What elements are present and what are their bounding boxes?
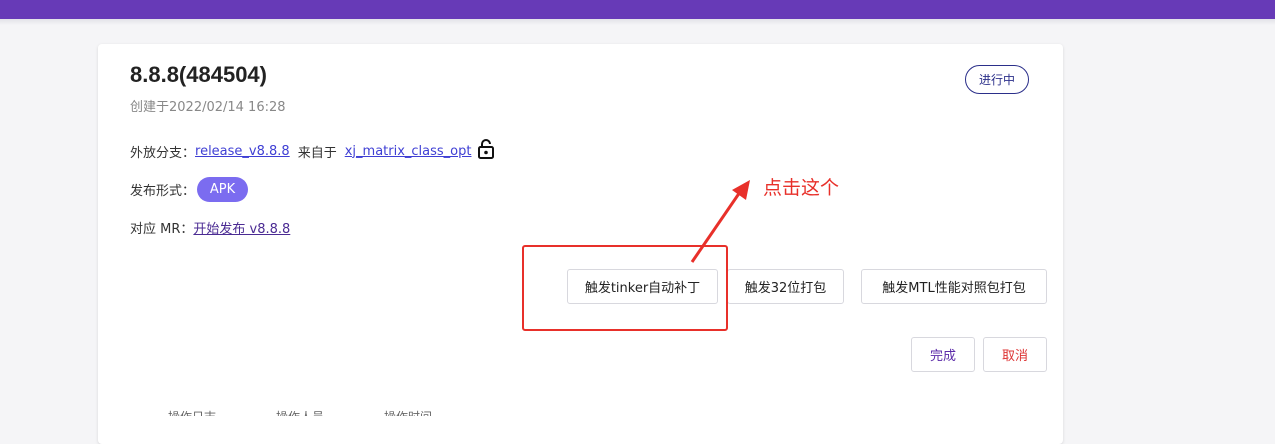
mr-row: 对应 MR： 开始发布 v8.8.8 — [130, 218, 290, 237]
created-time: 创建于2022/02/14 16:28 — [130, 100, 286, 115]
done-button[interactable]: 完成 — [911, 337, 975, 372]
mr-label: 对应 MR： — [130, 222, 194, 237]
annotation-text: 点击这个 — [763, 177, 840, 199]
branch-link[interactable]: release_v8.8.8 — [195, 144, 290, 159]
cut-off-row: 操作日志 操作人员 操作时间 — [168, 408, 432, 416]
branch-row: 外放分支： release_v8.8.8 来自于 xj_matrix_class… — [130, 138, 495, 164]
cut-off-col-3: 操作时间 — [384, 408, 432, 416]
source-branch-link[interactable]: xj_matrix_class_opt — [345, 144, 472, 159]
branch-label: 外放分支： — [130, 145, 196, 161]
release-title: 8.8.8(484504) — [130, 62, 267, 87]
top-bar-shadow — [0, 19, 1275, 25]
cut-off-col-1: 操作日志 — [168, 408, 216, 416]
cancel-button[interactable]: 取消 — [983, 337, 1047, 372]
trigger-mtl-build-button[interactable]: 触发MTL性能对照包打包 — [861, 269, 1047, 304]
status-badge: 进行中 — [965, 65, 1029, 94]
release-card: 8.8.8(484504) 创建于2022/02/14 16:28 进行中 外放… — [98, 44, 1063, 444]
cut-off-col-2: 操作人员 — [276, 408, 324, 416]
format-row: 发布形式： APK — [130, 177, 249, 202]
lock-icon[interactable] — [477, 138, 495, 164]
trigger-32bit-build-button[interactable]: 触发32位打包 — [727, 269, 844, 304]
annotation-arrow-icon — [690, 180, 750, 263]
mr-link[interactable]: 开始发布 v8.8.8 — [193, 218, 290, 237]
top-app-bar — [0, 0, 1275, 19]
format-label: 发布形式： — [130, 184, 196, 199]
apk-badge: APK — [197, 177, 249, 202]
from-label: 来自于 — [297, 145, 337, 161]
